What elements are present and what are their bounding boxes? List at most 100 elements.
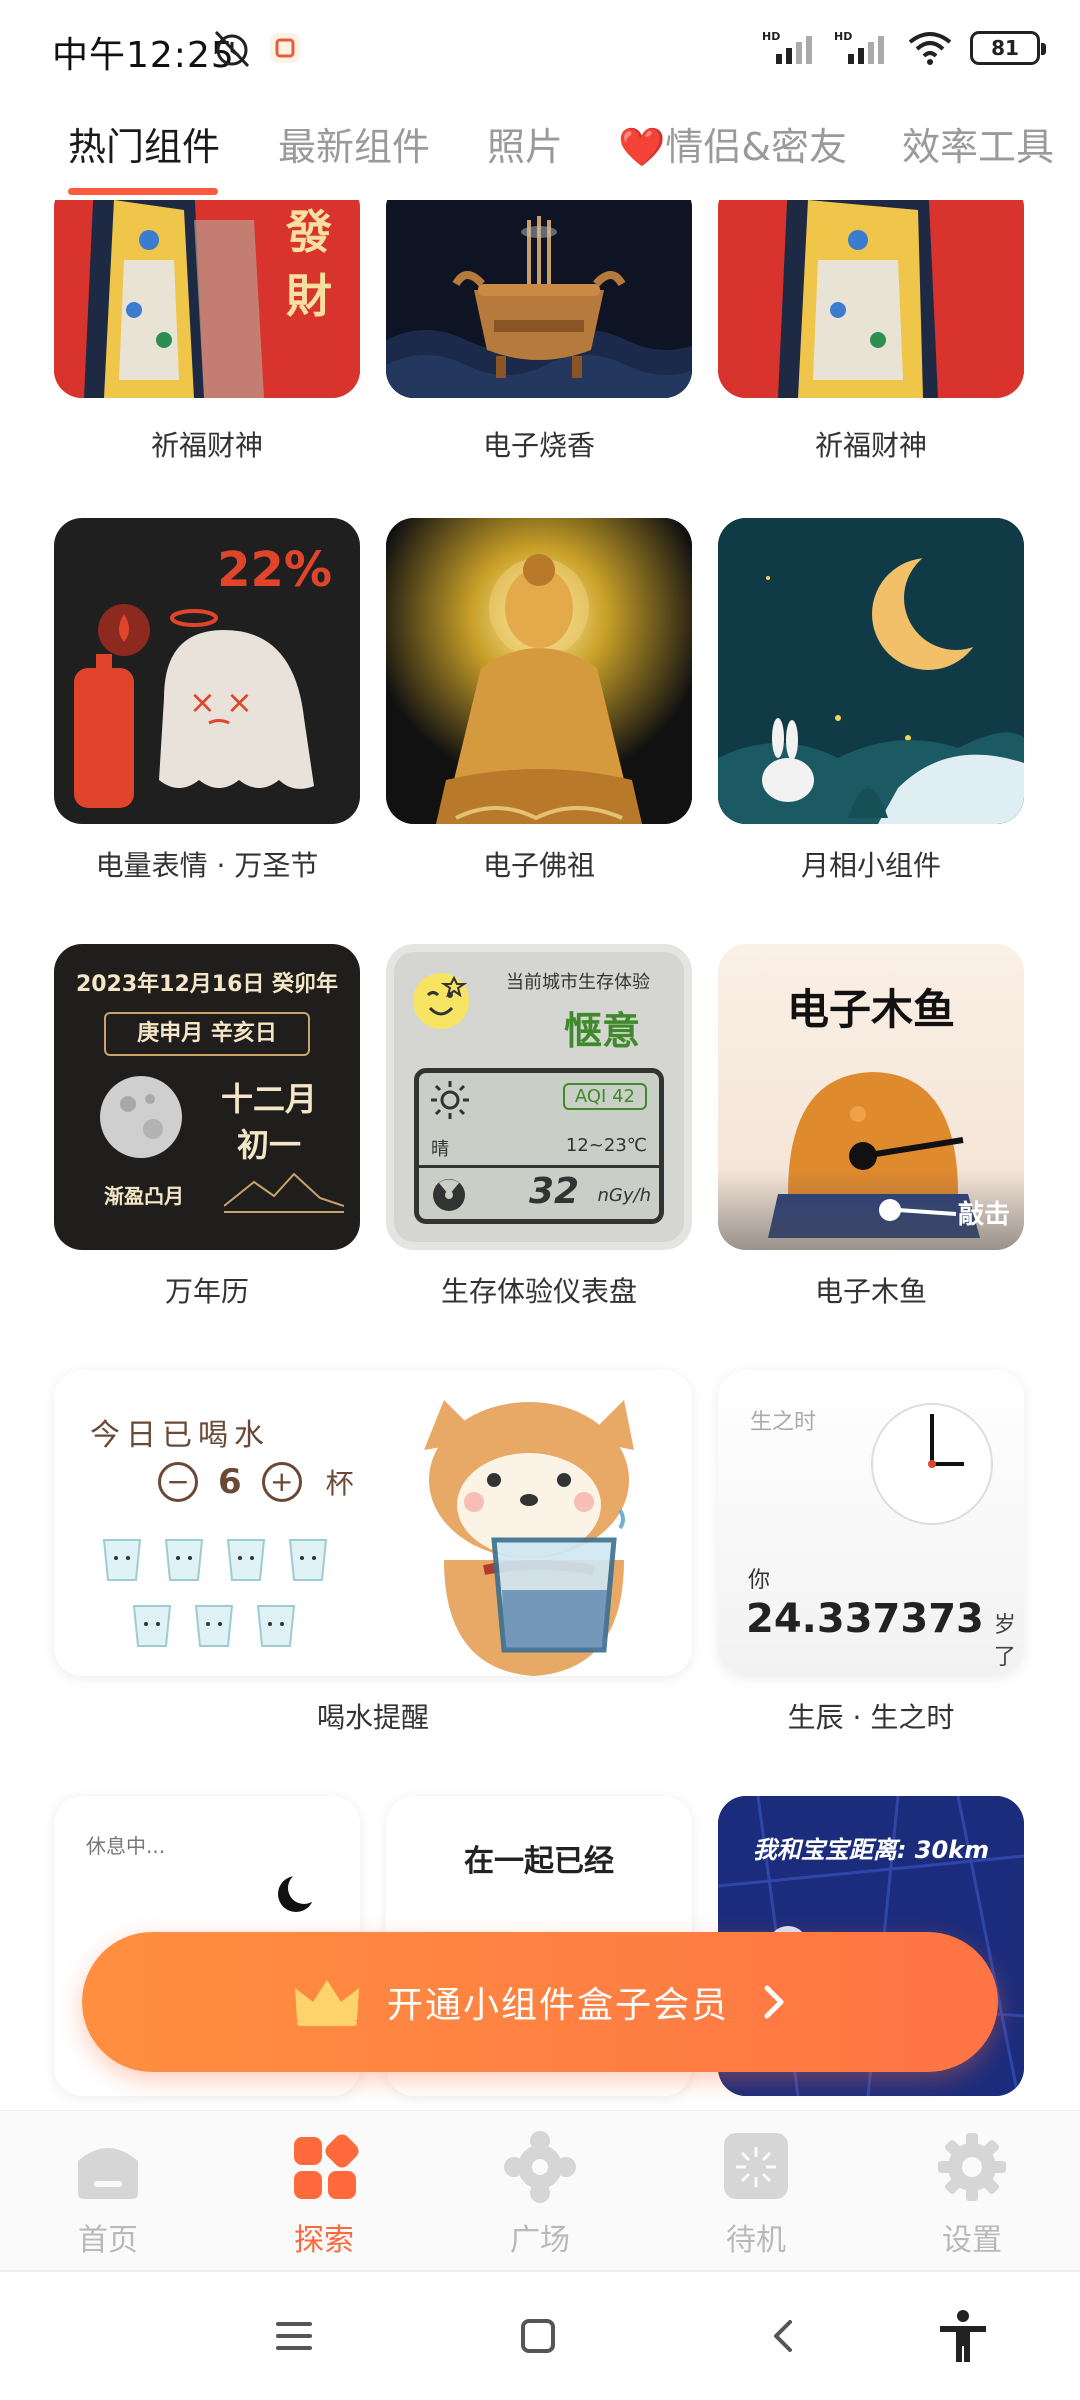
vip-membership-button[interactable]: 开通小组件盒子会员 xyxy=(82,1932,998,2072)
age-suffix: 岁了 xyxy=(993,1613,1016,1670)
widget-card-moon-phase[interactable] xyxy=(718,518,1024,824)
incense-burner-image xyxy=(386,200,692,398)
standby-icon xyxy=(724,2133,788,2199)
widget-label-birth-time: 生辰 · 生之时 xyxy=(787,1701,955,1734)
widget-card-survival[interactable]: 当前城市生存体验 惬意 AQI 42 晴 12~23℃ 32 nGy/h xyxy=(386,944,692,1250)
moon-icon xyxy=(100,1076,182,1158)
gear-icon xyxy=(938,2133,1006,2201)
status-time: 中午12:25 xyxy=(52,35,235,76)
widget-card-battery-face[interactable]: 22% × × xyxy=(54,518,360,824)
lunar-month: 十二月 xyxy=(220,1080,317,1118)
vip-label: 开通小组件盒子会员 xyxy=(386,1985,729,2026)
radiation-icon xyxy=(433,1179,465,1211)
mallet-icon xyxy=(879,1199,957,1221)
widget-label-calendar: 万年历 xyxy=(164,1275,249,1308)
clock-icon xyxy=(871,1403,993,1525)
app-notification-icon xyxy=(270,33,300,63)
widget-label-fortune-god-2: 祈福财神 xyxy=(814,429,927,462)
widget-label-incense: 电子烧香 xyxy=(482,429,595,462)
tap-label: 敲击 xyxy=(957,1200,1010,1230)
hd-label-2: HD xyxy=(834,30,852,43)
buddha-image xyxy=(386,518,692,824)
birth-you: 你 xyxy=(748,1568,771,1593)
active-tab-indicator xyxy=(68,188,218,195)
moon-phase-label: 渐盈凸月 xyxy=(104,1184,184,1208)
water-title: 今日已喝水 xyxy=(90,1418,270,1453)
widget-card-wooden-fish[interactable]: 电子木鱼 敲击 xyxy=(718,944,1024,1250)
nav-home-label: 首页 xyxy=(78,2223,138,2258)
system-navigation-bar xyxy=(0,2270,1080,2400)
moon-rabbit-image xyxy=(718,518,1024,824)
radiation-value: 32 xyxy=(529,1171,580,1212)
nav-settings[interactable]: 设置 xyxy=(902,2131,1042,2259)
home-icon xyxy=(78,2148,138,2199)
tab-efficiency[interactable]: 效率工具 xyxy=(902,116,1054,171)
widget-label-wooden-fish: 电子木鱼 xyxy=(814,1275,927,1308)
widget-label-fortune-god-1: 祈福财神 xyxy=(150,429,263,462)
age-value: 24.337373 xyxy=(746,1596,984,1642)
battery-percent: 22% xyxy=(217,542,332,598)
survival-lcd: AQI 42 晴 12~23℃ 32 nGy/h xyxy=(414,1068,664,1224)
water-plus-button[interactable]: + xyxy=(261,1462,302,1502)
rest-status: 休息中... xyxy=(86,1834,166,1858)
widget-card-water[interactable]: 今日已喝水 − 6 + 杯 xyxy=(54,1370,692,1676)
nav-square[interactable]: 广场 xyxy=(470,2131,610,2259)
calendar-date: 2023年12月16日 癸卯年 xyxy=(75,972,339,997)
nav-settings-label: 设置 xyxy=(942,2223,1002,2258)
fortune-god-image-2 xyxy=(718,200,1024,398)
nav-explore[interactable]: 探索 xyxy=(254,2131,394,2259)
signal-hd-icon-2: HD xyxy=(834,30,884,64)
fortune-text: 發財 xyxy=(286,205,332,323)
shiba-dog-image xyxy=(424,1400,634,1676)
calendar-ganzhi: 庚申月 辛亥日 xyxy=(104,1012,310,1056)
survival-mood: 惬意 xyxy=(564,1009,641,1053)
nav-explore-label: 探索 xyxy=(294,2223,354,2258)
temperature-text: 12~23℃ xyxy=(565,1135,647,1156)
status-right-icons: HD HD 81 xyxy=(762,28,1046,68)
hd-label: HD xyxy=(762,30,780,43)
tab-couples[interactable]: ❤️情侣&密友 xyxy=(618,116,847,171)
moon-night-icon xyxy=(278,1872,318,1912)
widget-card-fortune-god-2[interactable] xyxy=(718,200,1024,398)
aqi-badge: AQI 42 xyxy=(562,1083,647,1110)
nav-standby-label: 待机 xyxy=(726,2223,786,2258)
back-icon[interactable] xyxy=(766,2316,802,2356)
nav-home[interactable]: 首页 xyxy=(38,2131,178,2259)
widget-card-fortune-god-1[interactable]: 發財 xyxy=(54,200,360,398)
birth-title: 生之时 xyxy=(750,1410,817,1435)
widget-card-calendar[interactable]: 2023年12月16日 癸卯年 庚申月 辛亥日 十二月 初一 渐盈凸月 xyxy=(54,944,360,1250)
battery-level: 81 xyxy=(991,36,1019,60)
accessibility-icon[interactable] xyxy=(936,2308,990,2364)
alarm-off-icon xyxy=(214,30,250,68)
tab-photos[interactable]: 照片 xyxy=(487,116,563,171)
explore-grid-icon xyxy=(294,2134,359,2199)
widget-grid: 發財 祈福财神 电子烧香 祈福财神 22% × × 电量表情 · 万圣节 电子佛… xyxy=(0,200,1080,2110)
distance-title: 我和宝宝距离: 30km xyxy=(752,1836,990,1864)
water-count: 6 xyxy=(218,1462,242,1502)
widget-label-buddha: 电子佛祖 xyxy=(482,849,595,882)
water-cups-image xyxy=(102,1539,328,1647)
widget-card-birth-time[interactable]: 生之时 你 24.337373 岁了 xyxy=(718,1370,1024,1676)
status-left-icons xyxy=(210,28,302,68)
battery-indicator: 81 xyxy=(970,31,1046,65)
status-bar: 中午12:25 HD HD 81 xyxy=(0,0,1080,100)
crown-icon xyxy=(294,1980,359,2026)
lunar-day: 初一 xyxy=(236,1126,301,1164)
signal-hd-icon: HD xyxy=(762,30,812,64)
menu-icon[interactable] xyxy=(274,2318,314,2354)
wink-emoji-icon xyxy=(413,973,469,1029)
widget-label-battery-face: 电量表情 · 万圣节 xyxy=(95,849,319,882)
widget-label-moon-phase: 月相小组件 xyxy=(800,849,941,882)
nav-standby[interactable]: 待机 xyxy=(686,2131,826,2259)
widget-card-buddha[interactable] xyxy=(386,518,692,824)
water-minus-button[interactable]: − xyxy=(158,1462,198,1502)
widget-card-incense[interactable] xyxy=(386,200,692,398)
chevron-right-icon xyxy=(764,1985,784,2019)
svg-text:× ×: × × xyxy=(189,683,253,721)
tab-hot[interactable]: 热门组件 xyxy=(68,116,220,171)
bottom-nav: 首页 探索 广场 待机 设置 xyxy=(0,2110,1080,2270)
tab-latest[interactable]: 最新组件 xyxy=(278,116,430,171)
home-square-icon[interactable] xyxy=(518,2316,558,2356)
weather-text: 晴 xyxy=(431,1139,449,1160)
together-title: 在一起已经 xyxy=(464,1844,614,1879)
